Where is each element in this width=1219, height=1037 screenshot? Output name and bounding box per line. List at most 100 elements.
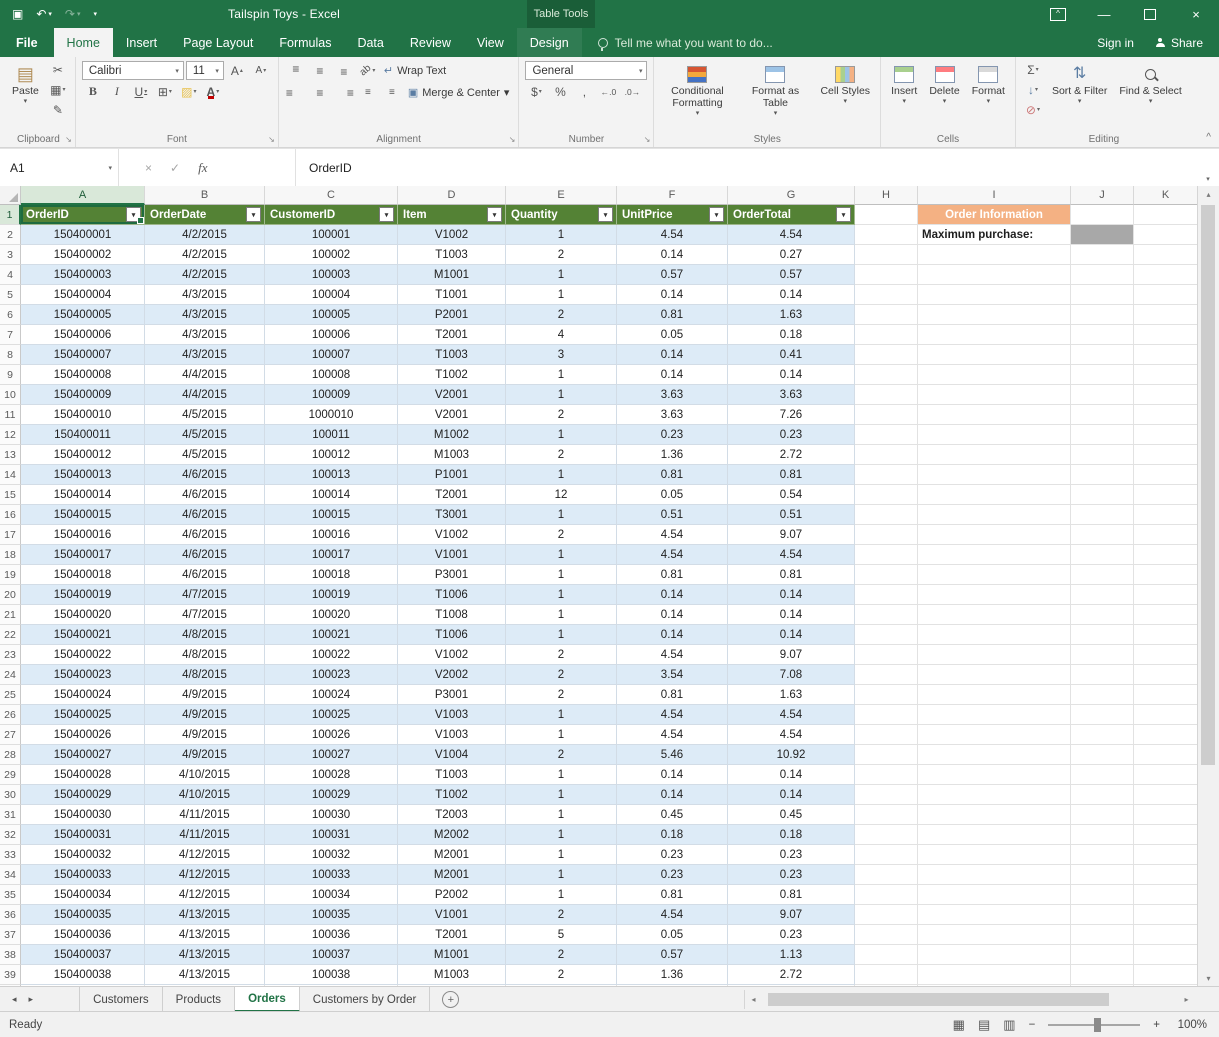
table-cell[interactable]: 4.54 bbox=[617, 725, 728, 745]
table-cell[interactable]: 2.72 bbox=[728, 445, 855, 465]
row-header-10[interactable]: 10 bbox=[0, 385, 21, 405]
empty-cell[interactable] bbox=[918, 245, 1071, 265]
empty-cell[interactable] bbox=[855, 405, 918, 425]
empty-cell[interactable] bbox=[1071, 505, 1134, 525]
table-cell[interactable]: 0.81 bbox=[617, 885, 728, 905]
table-cell[interactable]: 1 bbox=[506, 805, 617, 825]
table-cell[interactable]: 0.14 bbox=[617, 365, 728, 385]
table-cell[interactable]: 100018 bbox=[265, 565, 398, 585]
table-cell[interactable]: 150400024 bbox=[21, 685, 145, 705]
table-cell[interactable]: 150400012 bbox=[21, 445, 145, 465]
empty-cell[interactable] bbox=[855, 685, 918, 705]
undo-button[interactable]: ↶▾ bbox=[36, 7, 52, 21]
table-cell[interactable]: 0.14 bbox=[617, 605, 728, 625]
empty-cell[interactable] bbox=[918, 525, 1071, 545]
table-cell[interactable]: 150400019 bbox=[21, 585, 145, 605]
column-header-E[interactable]: E bbox=[506, 186, 617, 205]
empty-cell[interactable] bbox=[1071, 205, 1134, 225]
row-header-22[interactable]: 22 bbox=[0, 625, 21, 645]
empty-cell[interactable] bbox=[1134, 265, 1198, 285]
table-cell[interactable]: 150400004 bbox=[21, 285, 145, 305]
empty-cell[interactable] bbox=[1134, 225, 1198, 245]
find-select-button[interactable]: Find & Select ▾ bbox=[1115, 61, 1185, 108]
table-cell[interactable]: 4.54 bbox=[728, 545, 855, 565]
empty-cell[interactable] bbox=[855, 225, 918, 245]
empty-cell[interactable] bbox=[918, 705, 1071, 725]
empty-cell[interactable] bbox=[1071, 665, 1134, 685]
column-header-A[interactable]: A bbox=[21, 186, 145, 205]
cell-styles-button[interactable]: Cell Styles ▾ bbox=[816, 61, 874, 108]
sign-in-link[interactable]: Sign in bbox=[1097, 36, 1134, 50]
empty-cell[interactable] bbox=[1071, 885, 1134, 905]
table-cell[interactable]: 150400014 bbox=[21, 485, 145, 505]
row-header-33[interactable]: 33 bbox=[0, 845, 21, 865]
table-cell[interactable]: 100006 bbox=[265, 325, 398, 345]
table-cell[interactable]: 0.14 bbox=[617, 245, 728, 265]
table-cell[interactable]: 3.54 bbox=[617, 665, 728, 685]
table-cell[interactable]: 100009 bbox=[265, 385, 398, 405]
table-cell[interactable]: 150400008 bbox=[21, 365, 145, 385]
empty-cell[interactable] bbox=[855, 885, 918, 905]
empty-cell[interactable] bbox=[918, 465, 1071, 485]
empty-cell[interactable] bbox=[918, 965, 1071, 985]
table-cell[interactable]: 0.81 bbox=[617, 305, 728, 325]
table-cell[interactable]: 4/6/2015 bbox=[145, 525, 265, 545]
filter-button-orderid[interactable]: ▾ bbox=[126, 207, 141, 222]
table-cell[interactable]: M1003 bbox=[398, 965, 506, 985]
row-header-34[interactable]: 34 bbox=[0, 865, 21, 885]
empty-cell[interactable] bbox=[855, 925, 918, 945]
empty-cell[interactable] bbox=[855, 445, 918, 465]
table-cell[interactable]: 0.23 bbox=[728, 425, 855, 445]
table-cell[interactable]: T1006 bbox=[398, 585, 506, 605]
table-cell[interactable]: 0.51 bbox=[617, 505, 728, 525]
row-header-30[interactable]: 30 bbox=[0, 785, 21, 805]
column-header-J[interactable]: J bbox=[1071, 186, 1134, 205]
row-header-14[interactable]: 14 bbox=[0, 465, 21, 485]
table-cell[interactable]: 100017 bbox=[265, 545, 398, 565]
table-cell[interactable]: T2001 bbox=[398, 485, 506, 505]
empty-cell[interactable] bbox=[1134, 545, 1198, 565]
font-name-combo[interactable]: Calibri▾ bbox=[82, 61, 184, 80]
table-cell[interactable]: 4/13/2015 bbox=[145, 905, 265, 925]
empty-cell[interactable] bbox=[855, 265, 918, 285]
table-cell[interactable]: 150400025 bbox=[21, 705, 145, 725]
table-cell[interactable]: 0.18 bbox=[728, 325, 855, 345]
table-cell[interactable]: 0.23 bbox=[728, 865, 855, 885]
table-cell[interactable]: M2002 bbox=[398, 825, 506, 845]
empty-cell[interactable] bbox=[918, 765, 1071, 785]
empty-cell[interactable] bbox=[1071, 565, 1134, 585]
filter-button-item[interactable]: ▾ bbox=[487, 207, 502, 222]
table-cell[interactable]: 4/7/2015 bbox=[145, 585, 265, 605]
empty-cell[interactable] bbox=[1134, 785, 1198, 805]
empty-cell[interactable] bbox=[1071, 545, 1134, 565]
table-cell[interactable]: 150400035 bbox=[21, 905, 145, 925]
table-cell[interactable]: 4.54 bbox=[728, 725, 855, 745]
table-cell[interactable]: 0.45 bbox=[728, 805, 855, 825]
table-cell[interactable]: M1002 bbox=[398, 425, 506, 445]
tab-file[interactable]: File bbox=[0, 28, 54, 57]
table-cell[interactable]: 4/5/2015 bbox=[145, 405, 265, 425]
empty-cell[interactable] bbox=[1134, 885, 1198, 905]
table-cell[interactable]: 150400026 bbox=[21, 725, 145, 745]
table-cell[interactable]: M1003 bbox=[398, 445, 506, 465]
font-size-combo[interactable]: 11▾ bbox=[186, 61, 224, 80]
table-cell[interactable]: 4/7/2015 bbox=[145, 605, 265, 625]
underline-button[interactable]: U▾ bbox=[130, 83, 152, 100]
row-header-23[interactable]: 23 bbox=[0, 645, 21, 665]
sheet-tab-customers[interactable]: Customers bbox=[80, 987, 163, 1012]
table-cell[interactable]: 0.18 bbox=[728, 825, 855, 845]
scroll-down-arrow[interactable]: ▾ bbox=[1198, 970, 1219, 987]
table-cell[interactable]: 4/13/2015 bbox=[145, 925, 265, 945]
normal-view-button[interactable]: ▦ bbox=[953, 1017, 965, 1033]
number-format-combo[interactable]: General▾ bbox=[525, 61, 647, 80]
table-cell[interactable]: 1000010 bbox=[265, 405, 398, 425]
table-cell[interactable]: 4.54 bbox=[617, 905, 728, 925]
bottom-align-button[interactable]: ≡ bbox=[333, 62, 355, 79]
empty-cell[interactable] bbox=[855, 365, 918, 385]
align-center-button[interactable]: ≡ bbox=[309, 84, 331, 101]
empty-cell[interactable] bbox=[855, 425, 918, 445]
table-cell[interactable]: 4/3/2015 bbox=[145, 325, 265, 345]
empty-cell[interactable] bbox=[1071, 625, 1134, 645]
table-cell[interactable]: 4/2/2015 bbox=[145, 265, 265, 285]
table-cell[interactable]: V2002 bbox=[398, 665, 506, 685]
